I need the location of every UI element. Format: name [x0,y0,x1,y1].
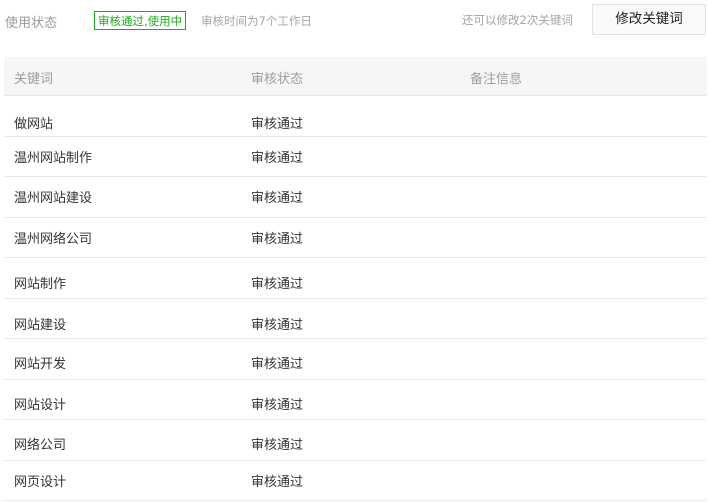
status-badge: 审核通过,使用中 [94,11,187,30]
review-status-cell: 审核通过 [251,475,304,490]
remaining-edits-note: 还可以修改2次关键词 [462,13,573,27]
table-row: 网站开发 审核通过 [4,339,707,380]
review-status-cell: 审核通过 [251,438,304,453]
keyword-cell: 温州网站建设 [14,191,93,206]
table-row: 温州网络公司 审核通过 [4,218,707,258]
column-header-keyword: 关键词 [14,72,54,87]
keyword-cell: 温州网络公司 [14,232,93,247]
table-row: 网络公司 审核通过 [4,420,707,461]
review-status-cell: 审核通过 [251,318,304,333]
keyword-cell: 网站制作 [14,277,67,292]
keyword-table-body: 做网站 审核通过 温州网站制作 审核通过 温州网站建设 审核通过 温州网络公司 … [4,96,707,502]
review-status-cell: 审核通过 [251,357,304,372]
column-header-remarks: 备注信息 [470,72,523,87]
keyword-table-header: 关键词 审核状态 备注信息 [4,57,707,96]
usage-status-label: 使用状态 [5,16,58,31]
column-header-review-status: 审核状态 [251,72,304,87]
table-row: 网站建设 审核通过 [4,299,707,339]
keyword-cell: 温州网站制作 [14,151,93,166]
review-time-note: 审核时间为7个工作日 [201,14,312,28]
keyword-cell: 做网站 [14,117,54,132]
review-status-cell: 审核通过 [251,117,304,132]
table-row: 网站设计 审核通过 [4,380,707,420]
table-row: 做网站 审核通过 [4,96,707,137]
keyword-cell: 网络公司 [14,438,67,453]
keyword-cell: 网页设计 [14,475,67,490]
keyword-cell: 网站建设 [14,318,67,333]
review-status-cell: 审核通过 [251,191,304,206]
review-status-cell: 审核通过 [251,398,304,413]
keyword-cell: 网站开发 [14,357,67,372]
table-row: 网页设计 审核通过 [4,461,707,501]
table-row: 网站制作 审核通过 [4,258,707,299]
table-row: 温州网站建设 审核通过 [4,177,707,218]
review-status-cell: 审核通过 [251,151,304,166]
table-row: 温州网站制作 审核通过 [4,137,707,177]
modify-keywords-button[interactable]: 修改关键词 [592,4,706,35]
review-status-cell: 审核通过 [251,277,304,292]
review-status-cell: 审核通过 [251,232,304,247]
keyword-cell: 网站设计 [14,398,67,413]
keyword-status-bar: 使用状态 审核通过,使用中 审核时间为7个工作日 还可以修改2次关键词 修改关键… [0,0,708,40]
